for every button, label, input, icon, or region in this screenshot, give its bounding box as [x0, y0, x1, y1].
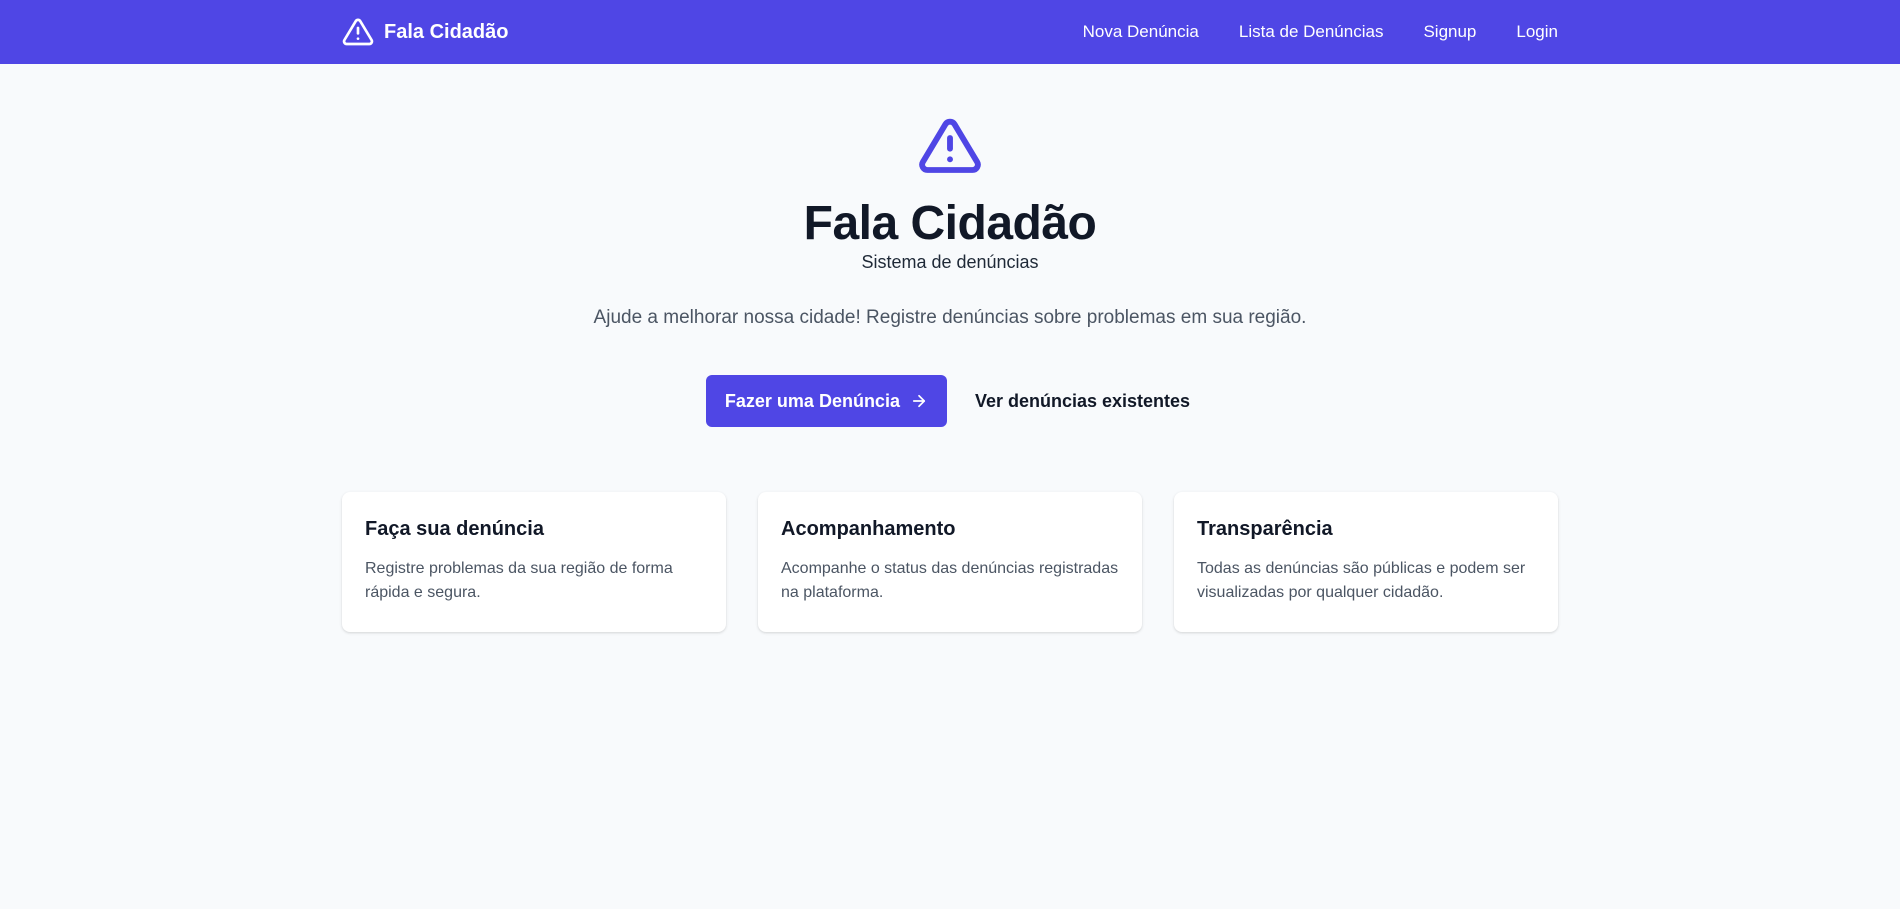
card-text: Todas as denúncias são públicas e podem … [1197, 560, 1526, 601]
nav-link-lista-denuncias[interactable]: Lista de Denúncias [1239, 22, 1384, 42]
hero-icon-wrapper [342, 64, 1558, 178]
arrow-right-icon [910, 392, 928, 410]
page-subtitle: Sistema de denúncias [861, 252, 1039, 272]
card-text: Acompanhe o status das denúncias registr… [781, 560, 1119, 601]
brand-name: Fala Cidadão [384, 20, 509, 43]
card-title: Transparência [1197, 518, 1333, 540]
nav-link-signup[interactable]: Signup [1423, 22, 1476, 42]
feature-card-transparencia: Transparência Todas as denúncias são púb… [1174, 492, 1558, 632]
top-navbar: Fala Cidadão Nova Denúncia Lista de Denú… [0, 0, 1900, 64]
hero-description: Ajude a melhorar nossa cidade! Registre … [593, 307, 1307, 328]
ver-denuncias-link[interactable]: Ver denúncias existentes [971, 391, 1194, 412]
warning-triangle-icon [918, 114, 982, 178]
fazer-denuncia-button[interactable]: Fazer uma Denúncia [705, 375, 947, 427]
card-text: Registre problemas da sua região de form… [365, 560, 673, 601]
card-title: Faça sua denúncia [365, 518, 544, 540]
nav-link-login[interactable]: Login [1516, 22, 1558, 42]
nav-link-nova-denuncia[interactable]: Nova Denúncia [1083, 22, 1199, 42]
brand-link[interactable]: Fala Cidadão [342, 16, 508, 48]
hero-section: Fala Cidadão Sistema de denúncias Ajude … [342, 64, 1558, 632]
feature-cards: Faça sua denúncia Registre problemas da … [342, 492, 1558, 632]
fazer-denuncia-label: Fazer uma Denúncia [724, 390, 900, 411]
warning-triangle-icon [342, 16, 374, 48]
nav-links: Nova Denúncia Lista de Denúncias Signup … [1043, 0, 1558, 64]
page-title: Fala Cidadão [803, 197, 1097, 250]
navbar-container: Fala Cidadão Nova Denúncia Lista de Denú… [342, 0, 1558, 64]
card-title: Acompanhamento [781, 518, 956, 540]
feature-card-denuncia: Faça sua denúncia Registre problemas da … [342, 492, 726, 632]
feature-card-acompanhamento: Acompanhamento Acompanhe o status das de… [758, 492, 1142, 632]
cta-row: Fazer uma Denúncia Ver denúncias existen… [342, 375, 1558, 427]
